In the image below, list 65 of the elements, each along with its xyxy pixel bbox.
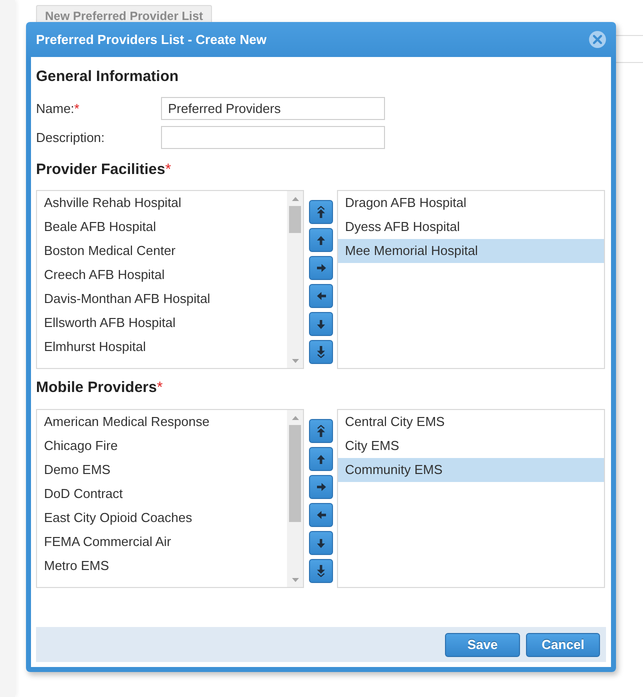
dialog-title: Preferred Providers List - Create New	[36, 32, 266, 48]
move-bottom-button[interactable]	[309, 559, 333, 583]
move-up-button[interactable]	[309, 447, 333, 471]
up-arrow-icon	[317, 454, 325, 464]
listbox[interactable]: Central City EMS City EMS Community EMS	[337, 409, 605, 588]
move-bottom-button[interactable]	[309, 340, 333, 364]
scroll-up-arrow-icon	[292, 416, 298, 420]
list-item[interactable]: Dyess AFB Hospital	[338, 215, 604, 239]
double-up-arrow-icon	[317, 425, 325, 437]
listbox[interactable]: American Medical Response Chicago Fire Demo EMS DoD Contract East City Opioid Coaches FEMA Commercial Air Metro EMS	[36, 409, 304, 588]
move-up-button[interactable]	[309, 228, 333, 252]
list-item[interactable]: Chicago Fire	[37, 434, 287, 458]
section-heading: Provider Facilities*	[36, 160, 172, 180]
toolbar-background	[616, 35, 643, 63]
down-arrow-icon	[317, 538, 325, 548]
double-down-arrow-icon	[317, 565, 325, 577]
field-label: Description:	[36, 130, 105, 146]
left-arrow-icon	[316, 292, 326, 300]
scroll-down-arrow-icon	[292, 578, 298, 582]
add-button[interactable]	[309, 256, 333, 280]
scrollbar-thumb[interactable]	[289, 206, 301, 233]
list-item[interactable]: Community EMS	[338, 458, 604, 482]
remove-button[interactable]	[309, 503, 333, 527]
list-item[interactable]: Central City EMS	[338, 410, 604, 434]
listbox[interactable]: Ashville Rehab Hospital Beale AFB Hospital Boston Medical Center Creech AFB Hospital Davis-Monthan AFB Hospital Ellsworth AFB Hospital Elmhurst Hospital	[36, 190, 304, 369]
down-arrow-icon	[317, 320, 325, 328]
list-item[interactable]: City EMS	[338, 434, 604, 458]
list-item[interactable]: Creech AFB Hospital	[37, 263, 287, 287]
list-item[interactable]: Demo EMS	[37, 458, 287, 482]
scroll-down-arrow-icon	[292, 359, 298, 363]
list-item[interactable]: FEMA Commercial Air	[37, 530, 287, 554]
field-label: Name:*	[36, 100, 80, 116]
left-arrow-icon	[316, 511, 326, 519]
list-item[interactable]: Elmhurst Hospital	[37, 335, 287, 359]
double-up-arrow-icon	[317, 206, 325, 218]
up-arrow-icon	[317, 236, 325, 244]
listbox[interactable]: Dragon AFB Hospital Dyess AFB Hospital Mee Memorial Hospital	[337, 190, 605, 369]
list-item[interactable]: Davis-Monthan AFB Hospital	[37, 287, 287, 311]
move-top-button[interactable]	[309, 200, 333, 224]
input-field[interactable]	[161, 126, 385, 149]
move-top-button[interactable]	[309, 419, 333, 443]
list-item[interactable]: Boston Medical Center	[37, 239, 287, 263]
move-down-button[interactable]	[309, 531, 333, 555]
scroll-up-arrow-icon	[292, 197, 298, 201]
list-item[interactable]: Ellsworth AFB Hospital	[37, 311, 287, 335]
input-field[interactable]: Preferred Providers	[161, 97, 385, 120]
section-heading: General Information	[36, 67, 179, 87]
list-item[interactable]: Metro EMS	[37, 554, 287, 578]
scrollbar[interactable]	[287, 191, 303, 368]
right-arrow-icon	[316, 483, 326, 491]
remove-button[interactable]	[309, 284, 333, 308]
double-down-arrow-icon	[317, 346, 325, 358]
list-item[interactable]: DoD Contract	[37, 482, 287, 506]
right-arrow-icon	[316, 264, 326, 272]
scrollbar[interactable]	[287, 410, 303, 587]
list-item[interactable]: Dragon AFB Hospital	[338, 191, 604, 215]
list-item[interactable]: Ashville Rehab Hospital	[37, 191, 287, 215]
list-item[interactable]: American Medical Response	[37, 410, 287, 434]
add-button[interactable]	[309, 475, 333, 499]
move-down-button[interactable]	[309, 312, 333, 336]
list-item[interactable]: Mee Memorial Hospital	[338, 239, 604, 263]
list-item[interactable]: East City Opioid Coaches	[37, 506, 287, 530]
section-heading: Mobile Providers*	[36, 378, 163, 398]
scrollbar-thumb[interactable]	[289, 425, 301, 522]
list-item[interactable]: Beale AFB Hospital	[37, 215, 287, 239]
